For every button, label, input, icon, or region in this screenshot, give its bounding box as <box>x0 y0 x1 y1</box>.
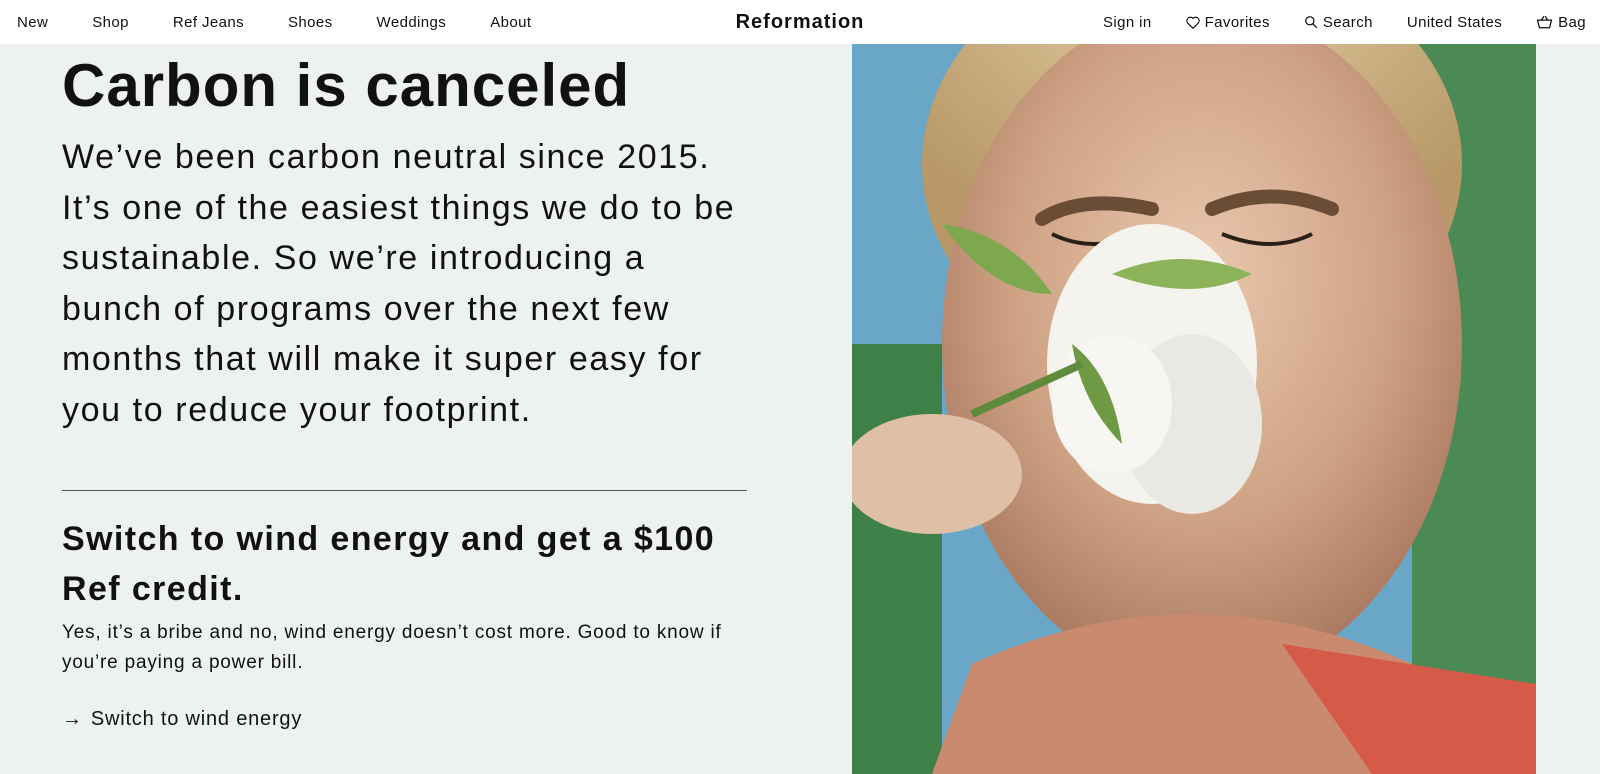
arrow-right-icon: → <box>62 708 83 730</box>
brand-logo[interactable]: Reformation <box>736 11 865 34</box>
section-body: Yes, it’s a bribe and no, wind energy do… <box>62 622 722 673</box>
bag-link[interactable]: Bag <box>1536 14 1586 31</box>
nav-weddings[interactable]: Weddings <box>377 14 447 31</box>
nav-about[interactable]: About <box>490 14 531 31</box>
top-navigation: New Shop Ref Jeans Shoes Weddings About … <box>0 0 1600 44</box>
hero-image <box>852 44 1536 774</box>
search-label: Search <box>1322 13 1373 31</box>
nav-shoes[interactable]: Shoes <box>288 14 333 31</box>
region-selector[interactable]: United States <box>1407 14 1502 31</box>
page-title: Carbon is canceled <box>62 52 631 119</box>
search-icon <box>1305 16 1318 29</box>
content-column: Carbon is canceled We’ve been carbon neu… <box>62 44 752 435</box>
nav-shop[interactable]: Shop <box>92 14 129 31</box>
section-heading: Switch to wind energy and get a $100 Ref… <box>62 520 716 608</box>
bag-label: Bag <box>1558 13 1586 31</box>
section-divider <box>62 490 747 491</box>
heart-icon <box>1185 16 1200 29</box>
nav-ref-jeans[interactable]: Ref Jeans <box>173 14 244 31</box>
bag-icon <box>1536 15 1553 29</box>
nav-left: New Shop Ref Jeans Shoes Weddings About <box>17 0 575 44</box>
favorites-label: Favorites <box>1204 13 1270 31</box>
search-link[interactable]: Search <box>1304 14 1373 31</box>
sign-in-link[interactable]: Sign in <box>1103 14 1152 31</box>
nav-new[interactable]: New <box>17 14 48 31</box>
region-label: United States <box>1406 13 1503 31</box>
hero-photo-illustration <box>852 44 1536 774</box>
favorites-link[interactable]: Favorites <box>1185 13 1270 31</box>
nav-right: Sign in Favorites Search United States B… <box>1069 0 1586 44</box>
sign-in-label: Sign in <box>1102 13 1152 31</box>
switch-to-wind-energy-link[interactable]: → Switch to wind energy <box>62 708 302 731</box>
intro-text: We’ve been carbon neutral since 2015. It… <box>62 138 736 429</box>
cta-label: Switch to wind energy <box>90 708 303 730</box>
